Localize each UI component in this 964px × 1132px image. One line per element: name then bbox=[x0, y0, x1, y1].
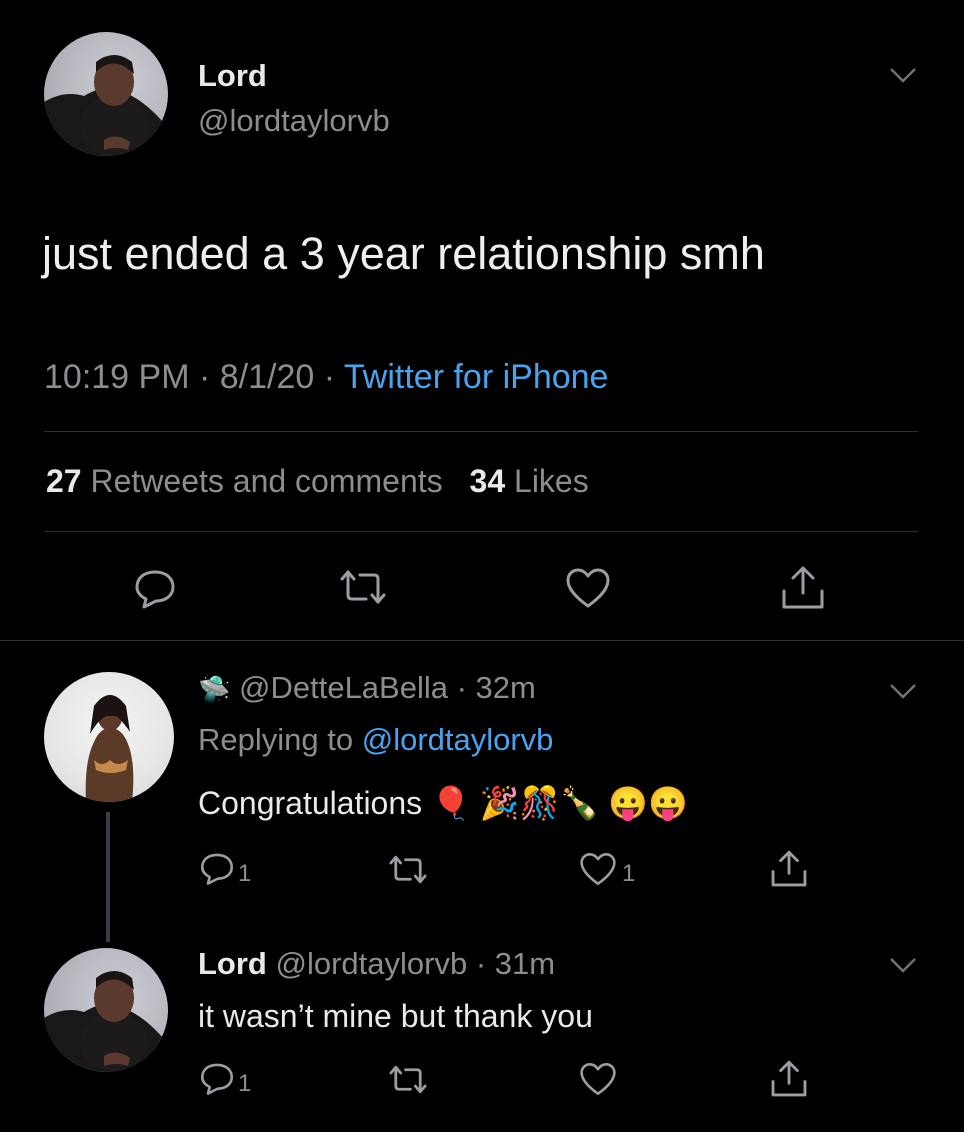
retweets-link[interactable]: 27 Retweets and comments bbox=[46, 463, 443, 499]
display-name[interactable]: Lord bbox=[198, 946, 267, 981]
tweet-stats: 27 Retweets and comments 34 Likes bbox=[46, 463, 589, 500]
retweet-icon[interactable] bbox=[386, 853, 430, 886]
reply-icon[interactable] bbox=[132, 566, 178, 610]
like-icon[interactable] bbox=[578, 1061, 618, 1097]
handle[interactable]: @lordtaylorvb bbox=[276, 946, 468, 981]
mention-link[interactable]: @lordtaylorvb bbox=[362, 722, 554, 757]
avatar[interactable] bbox=[44, 32, 168, 156]
divider bbox=[44, 431, 918, 432]
likes-link[interactable]: 34 Likes bbox=[470, 463, 589, 499]
tweet-date: 8/1/20 bbox=[219, 358, 315, 396]
reply-count: 1 bbox=[238, 860, 252, 887]
section-divider bbox=[0, 640, 964, 641]
display-name[interactable]: Lord bbox=[198, 58, 267, 94]
retweet-icon[interactable] bbox=[336, 567, 390, 607]
reply-count: 1 bbox=[238, 1070, 252, 1097]
reply-icon[interactable] bbox=[198, 850, 236, 886]
meta-separator: · bbox=[189, 358, 220, 396]
ufo-emoji: 🛸 bbox=[198, 674, 231, 704]
emoji-sequence: 🎈 🎉🎊🍾 😛😛 bbox=[431, 785, 688, 821]
share-icon[interactable] bbox=[768, 1058, 810, 1100]
share-icon[interactable] bbox=[778, 563, 828, 613]
avatar[interactable] bbox=[44, 672, 174, 802]
replying-prefix: Replying to bbox=[198, 722, 354, 757]
reply-time: 31m bbox=[494, 946, 556, 981]
reply-header: 🛸 @DetteLaBella · 32m bbox=[198, 670, 536, 706]
meta-separator: · bbox=[447, 670, 476, 705]
chevron-down-icon[interactable] bbox=[888, 66, 918, 89]
retweet-icon[interactable] bbox=[386, 1063, 430, 1096]
reply-icon[interactable] bbox=[198, 1060, 236, 1096]
retweets-label: Retweets and comments bbox=[90, 463, 443, 499]
reply-text-body: Congratulations bbox=[198, 785, 423, 821]
meta-separator: · bbox=[467, 946, 495, 981]
handle[interactable]: @lordtaylorvb bbox=[198, 103, 390, 139]
like-count: 1 bbox=[622, 860, 636, 887]
thread-line bbox=[106, 812, 110, 942]
replying-to: Replying to @lordtaylorvb bbox=[198, 722, 553, 758]
reply-text: it wasn’t mine but thank you bbox=[198, 998, 593, 1034]
likes-count: 34 bbox=[469, 463, 506, 499]
tweet-source-link[interactable]: Twitter for iPhone bbox=[344, 358, 609, 396]
handle[interactable]: @DetteLaBella bbox=[239, 670, 448, 705]
avatar[interactable] bbox=[44, 948, 168, 1072]
retweets-count: 27 bbox=[46, 463, 82, 499]
divider bbox=[44, 531, 918, 532]
tweet-meta: 10:19 PM · 8/1/20 · Twitter for iPhone bbox=[44, 358, 608, 397]
reply-header: Lord @lordtaylorvb · 31m bbox=[198, 946, 555, 982]
share-icon[interactable] bbox=[768, 848, 810, 890]
meta-separator: · bbox=[314, 358, 344, 396]
chevron-down-icon[interactable] bbox=[888, 956, 918, 979]
tweet-time: 10:19 PM bbox=[44, 358, 190, 396]
likes-label: Likes bbox=[514, 463, 589, 499]
like-icon[interactable] bbox=[578, 851, 618, 887]
reply-time: 32m bbox=[475, 670, 536, 705]
like-icon[interactable] bbox=[564, 566, 612, 610]
chevron-down-icon[interactable] bbox=[888, 682, 918, 705]
tweet-text: just ended a 3 year relationship smh bbox=[42, 228, 765, 279]
reply-text: Congratulations 🎈 🎉🎊🍾 😛😛 bbox=[198, 784, 688, 822]
